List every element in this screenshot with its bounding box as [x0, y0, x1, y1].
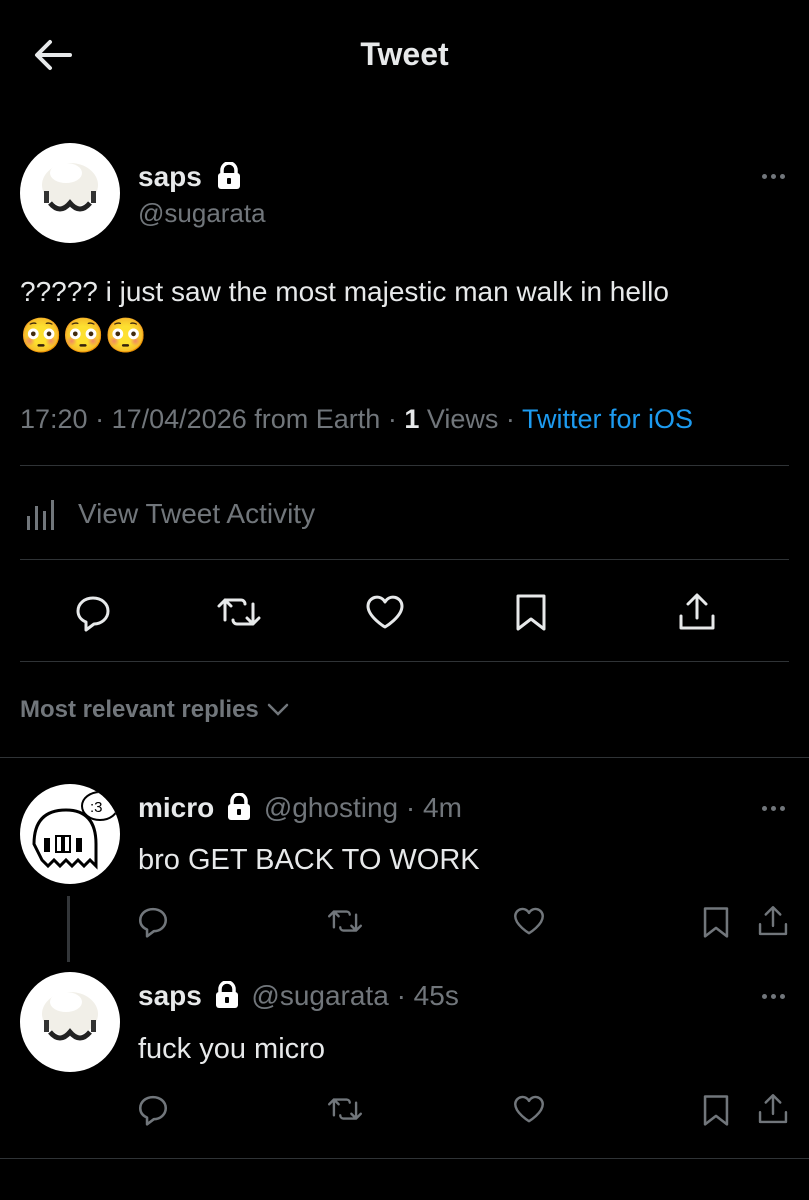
divider	[20, 465, 789, 466]
reply-avatar[interactable]: :3	[20, 784, 120, 884]
svg-text::3: :3	[90, 799, 103, 816]
author-avatar[interactable]	[20, 143, 120, 243]
like-icon[interactable]	[364, 592, 406, 632]
reply-time: 4m	[423, 792, 462, 823]
divider	[20, 559, 789, 560]
reply-time: 45s	[413, 980, 459, 1011]
divider	[0, 757, 809, 758]
tweet-emoji: 😳😳😳	[20, 317, 148, 355]
reply-text: bro GET BACK TO WORK	[138, 844, 480, 876]
tweet-date: 17/04/2026	[111, 404, 247, 434]
reply-display-name[interactable]: micro	[138, 792, 214, 823]
bookmark-icon[interactable]	[700, 1092, 732, 1128]
reply-icon[interactable]	[136, 904, 170, 938]
like-icon[interactable]	[512, 1092, 546, 1126]
divider	[20, 661, 789, 662]
bar-chart-icon	[24, 494, 64, 534]
share-icon[interactable]	[756, 902, 790, 940]
divider	[0, 1158, 809, 1159]
bookmark-icon[interactable]	[700, 904, 732, 940]
tweet-location: from Earth	[254, 404, 381, 434]
reply-avatar[interactable]	[20, 972, 120, 1072]
views-label: Views	[426, 404, 499, 434]
chevron-down-icon	[267, 702, 289, 718]
share-icon[interactable]	[676, 590, 718, 634]
retweet-icon[interactable]	[326, 1092, 364, 1126]
reply-text: fuck you micro	[138, 1033, 325, 1065]
lock-icon	[214, 980, 240, 1009]
more-options-icon[interactable]	[762, 994, 785, 999]
more-options-icon[interactable]	[762, 806, 785, 811]
author-name-row: saps	[138, 161, 242, 193]
lock-icon	[226, 792, 252, 821]
like-icon[interactable]	[512, 904, 546, 938]
author-handle[interactable]: @sugarata	[138, 198, 266, 229]
more-options-icon[interactable]	[762, 174, 785, 179]
page-title: Tweet	[360, 36, 449, 72]
tweet-meta: 17:20 · 17/04/2026 from Earth · 1 Views …	[20, 404, 693, 434]
lock-icon	[216, 161, 242, 190]
reply-header: micro @ghosting · 4m	[138, 792, 462, 823]
tweet-text: ????? i just saw the most majestic man w…	[20, 276, 669, 307]
thread-line	[67, 896, 70, 962]
reply-display-name[interactable]: saps	[138, 980, 202, 1011]
reply-icon[interactable]	[73, 592, 113, 632]
author-display-name[interactable]: saps	[138, 161, 202, 192]
share-icon[interactable]	[756, 1090, 790, 1128]
tweet-time: 17:20	[20, 404, 88, 434]
retweet-icon[interactable]	[215, 592, 263, 632]
tweet-source[interactable]: Twitter for iOS	[522, 404, 693, 434]
replies-sort-label: Most relevant replies	[20, 696, 259, 723]
reply-handle[interactable]: @ghosting	[264, 792, 398, 823]
reply-icon[interactable]	[136, 1092, 170, 1126]
retweet-icon[interactable]	[326, 904, 364, 938]
bookmark-icon[interactable]	[512, 592, 550, 632]
views-count: 1	[404, 404, 420, 434]
reply-handle[interactable]: @sugarata	[251, 980, 388, 1011]
view-tweet-activity-label: View Tweet Activity	[78, 498, 316, 529]
replies-sort-dropdown[interactable]: Most relevant replies	[20, 696, 289, 724]
view-tweet-activity[interactable]: View Tweet Activity	[24, 494, 315, 534]
reply-header: saps @sugarata · 45s	[138, 980, 459, 1011]
